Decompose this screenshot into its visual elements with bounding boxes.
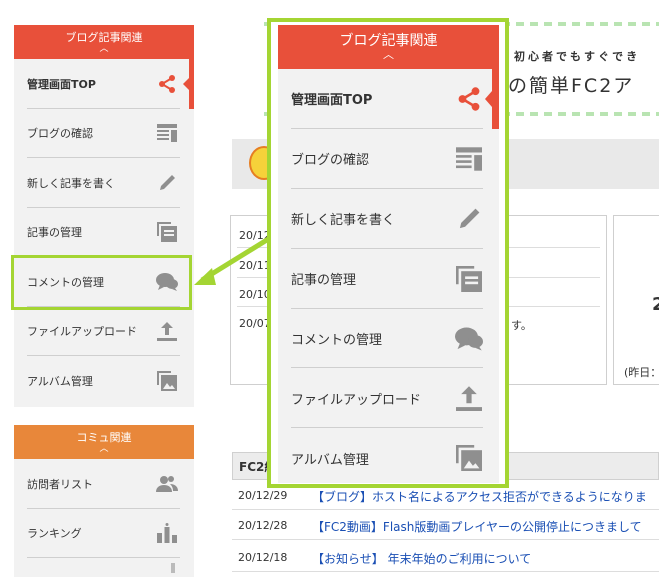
sidebar-item-blog-view[interactable]: ブログの確認 — [14, 109, 194, 158]
sidebar-item-label: アルバム管理 — [27, 374, 93, 388]
pencil-icon — [455, 205, 483, 233]
zoomed-menu-frame: ブログ記事関連 ︿ 管理画面TOP ブログの確認 新しく記事を書く 記事の管理 … — [267, 18, 509, 488]
info-fragment: す。 — [511, 319, 532, 332]
chevron-up-icon: ︿ — [383, 48, 394, 61]
news-row[interactable]: 20/12/18 【お知らせ】 年末年始のご利用について — [232, 546, 659, 572]
zoomed-item-label: ファイルアップロード — [291, 392, 422, 408]
news-link[interactable]: 【FC2動画】Flash版動画プレイヤーの公開停止につきまして — [312, 518, 642, 535]
info-date: 20/07 — [239, 317, 271, 330]
stats-yesterday: (昨日： — [624, 366, 659, 379]
banner-title: の簡単FC2ア — [508, 75, 635, 97]
zoomed-item-label: アルバム管理 — [291, 452, 369, 468]
zoomed-item-file-upload[interactable]: ファイルアップロード — [278, 368, 499, 429]
copy-stack-icon — [455, 265, 483, 293]
copy-stack-icon — [156, 221, 178, 243]
blog-menu-title: ブログ記事関連 — [65, 31, 143, 44]
banner-subtitle: 初心者でもすぐでき — [514, 50, 641, 63]
stats-value: 2 — [652, 294, 659, 315]
gallery-icon — [455, 444, 483, 472]
zoomed-item-comment-manage[interactable]: コメントの管理 — [278, 309, 499, 369]
upload-icon — [455, 384, 483, 412]
sidebar-item-label: 新しく記事を書く — [27, 176, 115, 190]
sidebar-item-label: ブログの確認 — [27, 127, 93, 141]
pointer-arrow-icon — [194, 235, 272, 285]
sidebar-item-label: ファイルアップロード — [27, 325, 137, 339]
blog-menu: ブログ記事関連 ︿ 管理画面TOP ブログの確認 新しく記事を書く 記事の管理 … — [14, 25, 194, 407]
upload-icon — [156, 320, 178, 342]
zoomed-item-blog-view[interactable]: ブログの確認 — [278, 129, 499, 189]
pencil-icon — [156, 172, 178, 194]
article-icon — [455, 145, 483, 173]
news-link[interactable]: 【お知らせ】 年末年始のご利用について — [312, 550, 531, 567]
chevron-up-icon: ︿ — [99, 44, 109, 54]
sidebar-item-label: ランキング — [27, 527, 82, 541]
sidebar-item-file-upload[interactable]: ファイルアップロード — [14, 307, 194, 356]
sidebar-item-more[interactable] — [14, 558, 194, 578]
zoomed-item-label: 記事の管理 — [291, 273, 357, 289]
news-row[interactable]: 20/12/28 【FC2動画】Flash版動画プレイヤーの公開停止につきまして — [232, 514, 659, 540]
sidebar-item-admin-top[interactable]: 管理画面TOP — [14, 59, 194, 109]
sidebar-item-label: 管理画面TOP — [27, 77, 96, 91]
sidebar-item-new-post[interactable]: 新しく記事を書く — [14, 158, 194, 208]
sidebar-item-post-manage[interactable]: 記事の管理 — [14, 208, 194, 257]
ranking-icon — [156, 522, 178, 544]
share-icon — [156, 73, 178, 95]
zoomed-item-admin-top[interactable]: 管理画面TOP — [278, 69, 499, 129]
sidebar-item-visitor-list[interactable]: 訪問者リスト — [14, 459, 194, 509]
sidebar-item-album-manage[interactable]: アルバム管理 — [14, 356, 194, 406]
news-date: 20/12/28 — [238, 519, 288, 532]
share-icon — [455, 85, 483, 113]
zoomed-item-album-manage[interactable]: アルバム管理 — [278, 428, 499, 483]
zoomed-blog-menu: ブログ記事関連 ︿ 管理画面TOP ブログの確認 新しく記事を書く 記事の管理 … — [278, 25, 499, 483]
news-date: 20/12/29 — [238, 489, 288, 502]
zoomed-item-label: 管理画面TOP — [291, 93, 373, 109]
zoomed-item-label: コメントの管理 — [291, 333, 383, 348]
sidebar-item-label: 記事の管理 — [27, 226, 82, 240]
sidebar-item-label: 訪問者リスト — [27, 477, 93, 491]
community-menu: コミュ関連 ︿ 訪問者リスト ランキング — [14, 425, 194, 577]
active-indicator — [183, 59, 194, 109]
stats-box: 2 (昨日： — [613, 215, 659, 385]
zoomed-menu-header[interactable]: ブログ記事関連 ︿ — [278, 25, 499, 69]
zoomed-item-label: 新しく記事を書く — [291, 213, 396, 229]
partial-icon — [156, 557, 178, 579]
active-indicator — [485, 69, 499, 129]
zoomed-item-new-post[interactable]: 新しく記事を書く — [278, 189, 499, 249]
gallery-icon — [156, 370, 178, 392]
news-date: 20/12/18 — [238, 551, 288, 564]
community-menu-title: コミュ関連 — [76, 431, 132, 444]
article-icon — [156, 122, 178, 144]
zoomed-item-post-manage[interactable]: 記事の管理 — [278, 249, 499, 309]
highlight-box — [11, 255, 192, 310]
zoomed-item-label: ブログの確認 — [291, 153, 370, 169]
zoomed-menu-title: ブログ記事関連 — [339, 33, 438, 49]
sidebar-item-ranking[interactable]: ランキング — [14, 509, 194, 558]
news-link[interactable]: 【ブログ】ホスト名によるアクセス拒否ができるようになりま — [312, 488, 647, 505]
community-menu-header[interactable]: コミュ関連 ︿ — [14, 425, 194, 459]
blog-menu-header[interactable]: ブログ記事関連 ︿ — [14, 25, 194, 59]
comment-bubbles-icon — [455, 325, 483, 353]
chevron-up-icon: ︿ — [99, 444, 109, 454]
users-icon — [156, 473, 178, 495]
